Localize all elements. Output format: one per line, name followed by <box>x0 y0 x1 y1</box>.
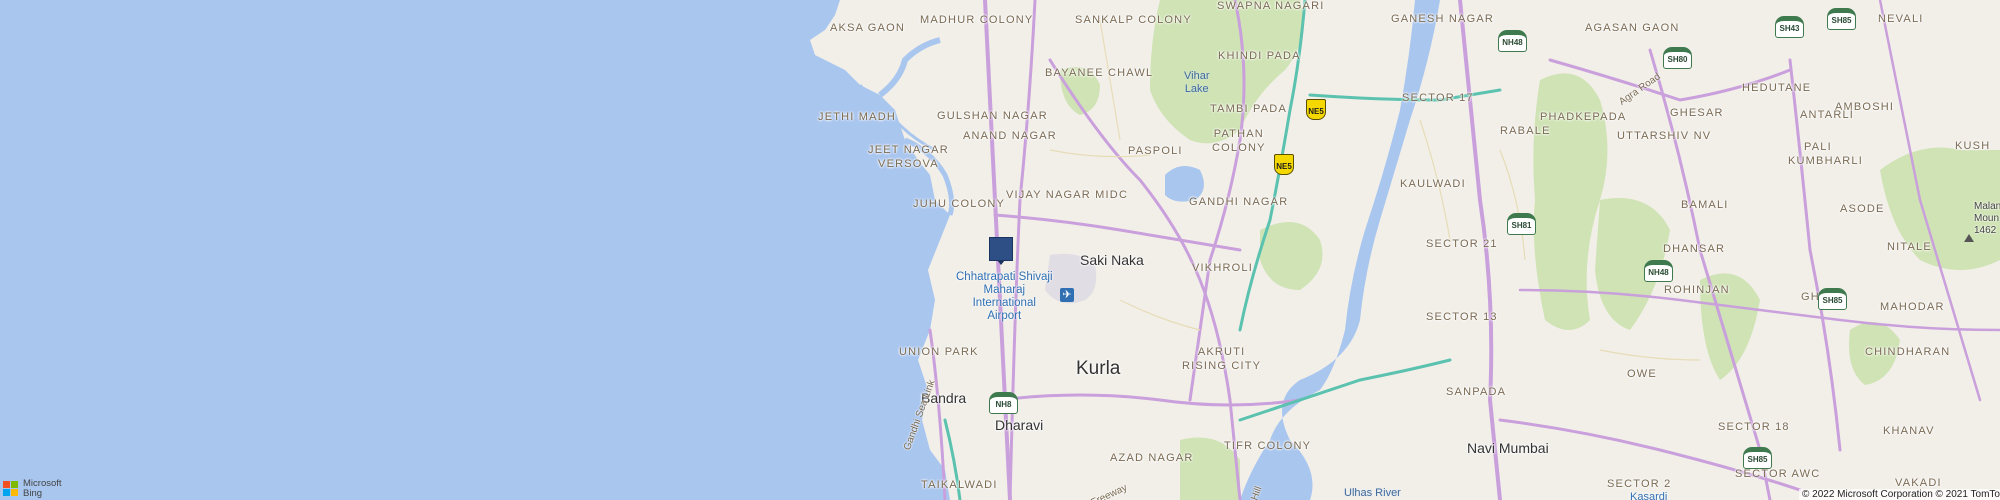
microsoft-logo-icon <box>3 481 19 497</box>
highway-shield-sh85-bottom: SH85 <box>1743 447 1772 469</box>
area-label-jethi-madh: JETHI MADH <box>818 111 896 123</box>
area-label-kush: KUSH <box>1955 140 1991 152</box>
highway-shield-nh8: NH8 <box>989 392 1018 414</box>
area-label-sanpada: SANPADA <box>1446 386 1507 398</box>
area-label-madhur-colony: MADHUR COLONY <box>920 14 1034 26</box>
highway-shield-sh81: SH81 <box>1507 213 1536 235</box>
location-square-marker-icon[interactable] <box>989 237 1013 265</box>
bing-logo[interactable]: Microsoft Bing <box>3 479 62 499</box>
area-label-agasan-gaon: AGASAN GAON <box>1585 22 1680 34</box>
poi-label-airport[interactable]: Chhatrapati Shivaji Maharaj Internationa… <box>956 271 1053 323</box>
area-label-vakadi: VAKADI <box>1895 477 1942 489</box>
area-label-rabale: RABALE <box>1500 125 1551 137</box>
area-label-gulshan-nagar: GULSHAN NAGAR <box>937 110 1048 122</box>
airport-icon[interactable]: ✈ <box>1060 288 1074 302</box>
area-label-owe: OWE <box>1627 368 1657 380</box>
map-view[interactable]: AKSA GAON MADHUR COLONY SANKALP COLONY S… <box>0 0 2000 500</box>
area-label-gandhi-nagar: GANDHI NAGAR <box>1189 196 1289 208</box>
area-label-khanav: KHANAV <box>1883 425 1935 437</box>
copyright-attribution[interactable]: © 2022 Microsoft Corporation © 2021 TomT… <box>1799 489 2000 500</box>
area-label-tambi-pada: TAMBI PADA <box>1210 103 1287 115</box>
city-label-navi-mumbai: Navi Mumbai <box>1467 440 1549 456</box>
area-label-azad-nagar: AZAD NAGAR <box>1110 452 1194 464</box>
expressway-shield-ne5-a: NE5 <box>1306 99 1326 120</box>
area-label-pathan-colony: PATHAN COLONY <box>1212 128 1266 154</box>
area-label-ganesh-nagar: GANESH NAGAR <box>1391 13 1495 25</box>
area-label-uttarshiv-nv: UTTARSHIV NV <box>1617 130 1712 142</box>
area-label-antarli: ANTARLI <box>1800 109 1855 121</box>
area-label-bayanee-chawl: BAYANEE CHAWL <box>1045 67 1154 79</box>
city-label-kurla: Kurla <box>1076 358 1121 379</box>
area-label-aksa-gaon: AKSA GAON <box>830 22 905 34</box>
area-label-sector-13: SECTOR 13 <box>1426 311 1498 323</box>
area-label-paspoli: PASPOLI <box>1128 145 1183 157</box>
highway-shield-sh85-top: SH85 <box>1827 8 1856 30</box>
area-label-hedutane: HEDUTANE <box>1742 82 1812 94</box>
area-label-swapna-nagari: SWAPNA NAGARI <box>1217 0 1325 12</box>
city-label-kasardi: Kasardi <box>1630 491 1668 500</box>
peak-label: Malan Moun 1462 <box>1974 201 2000 236</box>
water-label-ulhas-river: Ulhas River <box>1344 487 1401 499</box>
bing-logo-line2: Bing <box>23 488 43 499</box>
area-label-asode: ASODE <box>1840 203 1885 215</box>
highway-shield-nh48-mid: NH48 <box>1644 260 1673 282</box>
water-label-vihar-lake: Vihar Lake <box>1184 70 1210 95</box>
area-label-sector-17: SECTOR 17 <box>1402 92 1474 104</box>
area-label-sector-awc: SECTOR AWC <box>1735 468 1821 480</box>
mountain-peak-icon <box>1964 234 1974 242</box>
area-label-sankalp-colony: SANKALP COLONY <box>1075 14 1192 26</box>
area-label-sector-2: SECTOR 2 <box>1607 478 1672 490</box>
area-label-mahodar: MAHODAR <box>1880 301 1945 313</box>
area-label-phadkepada: PHADKEPADA <box>1540 111 1627 123</box>
highway-shield-sh80: SH80 <box>1663 47 1692 69</box>
area-label-sector-21: SECTOR 21 <box>1426 238 1498 250</box>
area-label-jeet-nagar-versova: JEET NAGAR VERSOVA <box>868 144 949 170</box>
area-label-ghesar: GHESAR <box>1670 107 1724 119</box>
area-label-sector-18: SECTOR 18 <box>1718 421 1790 433</box>
area-label-bamali: BAMALI <box>1681 199 1729 211</box>
highway-shield-sh85-mid: SH85 <box>1818 288 1847 310</box>
area-label-union-park: UNION PARK <box>899 346 979 358</box>
area-label-tifr-colony: TIFR COLONY <box>1224 440 1312 452</box>
area-label-anand-nagar: ANAND NAGAR <box>963 130 1057 142</box>
area-label-taikalwadi: TAIKALWADI <box>921 479 998 491</box>
area-label-vikhroli: VIKHROLI <box>1192 262 1253 274</box>
area-label-juhu-colony: JUHU COLONY <box>913 198 1006 210</box>
area-label-akruti-rising-city: AKRUTI RISING CITY <box>1182 346 1262 372</box>
area-label-vijay-nagar-midc: VIJAY NAGAR MIDC <box>1006 189 1129 201</box>
highway-shield-sh43: SH43 <box>1775 16 1804 38</box>
area-label-rohinjan: ROHINJAN <box>1664 284 1730 296</box>
area-label-nevali: NEVALI <box>1878 13 1924 25</box>
city-label-dharavi: Dharavi <box>995 417 1044 433</box>
area-label-chindharan: CHINDHARAN <box>1865 346 1951 358</box>
area-label-kumbharli: KUMBHARLI <box>1788 155 1863 167</box>
area-label-dhansar: DHANSAR <box>1663 243 1726 255</box>
area-label-pali: PALI <box>1804 141 1832 153</box>
highway-shield-nh48-top: NH48 <box>1498 30 1527 52</box>
expressway-shield-ne5-b: NE5 <box>1274 154 1294 175</box>
city-label-saki-naka: Saki Naka <box>1080 252 1144 268</box>
area-label-nitale: NITALE <box>1887 241 1932 253</box>
area-label-kaulwadi: KAULWADI <box>1400 178 1466 190</box>
area-label-khindi-pada: KHINDI PADA <box>1218 50 1301 62</box>
